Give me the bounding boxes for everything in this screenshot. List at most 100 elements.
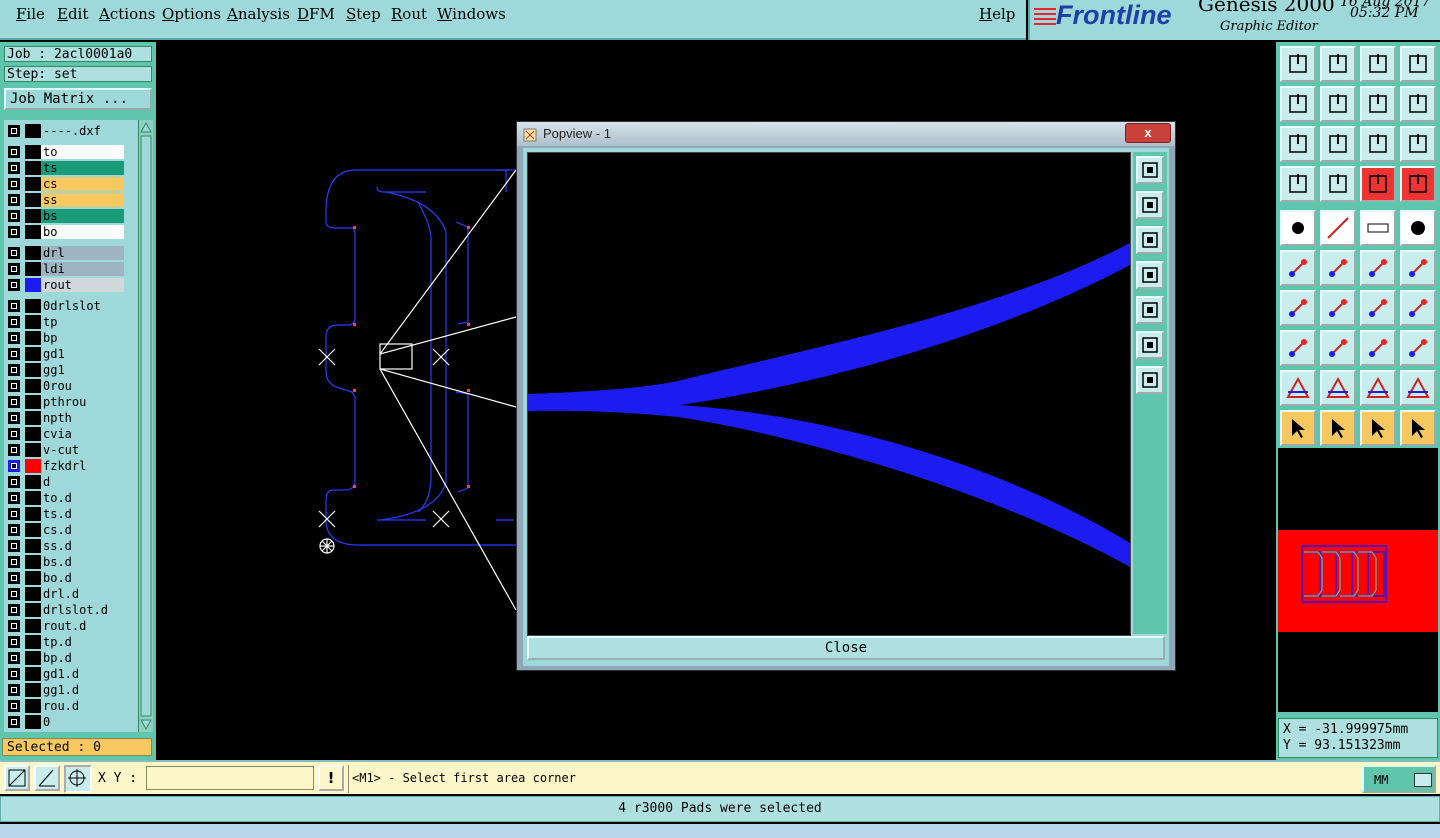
pointer-shape-button[interactable]: [1360, 410, 1396, 446]
help-button[interactable]: [1400, 126, 1436, 162]
layer-row[interactable]: bp: [4, 331, 128, 345]
triangle-d-button[interactable]: [1400, 370, 1436, 406]
layer-row[interactable]: rou.d: [4, 699, 128, 713]
layer-color-swatch[interactable]: [25, 635, 41, 649]
layer-checkbox[interactable]: [8, 716, 20, 728]
layer-checkbox[interactable]: [8, 412, 20, 424]
layer-checkbox[interactable]: [8, 178, 20, 190]
pop-layer-button[interactable]: [1136, 156, 1164, 184]
layer-checkbox[interactable]: [8, 668, 20, 680]
layer-row[interactable]: d: [4, 475, 128, 489]
layer-checkbox[interactable]: [8, 162, 20, 174]
layer-color-swatch[interactable]: [25, 347, 41, 361]
cross-button[interactable]: [1320, 250, 1356, 286]
layer-checkbox[interactable]: [8, 247, 20, 259]
layer-row[interactable]: bp.d: [4, 651, 128, 665]
layer-color-swatch[interactable]: [25, 619, 41, 633]
angle-button[interactable]: [1280, 290, 1316, 326]
tools-button[interactable]: [1280, 166, 1316, 202]
export-button[interactable]: [1280, 46, 1316, 82]
triangle-a-button[interactable]: [1280, 370, 1316, 406]
menu-actions[interactable]: Actions: [99, 5, 155, 23]
layer-checkbox[interactable]: [8, 652, 20, 664]
pop-import-button[interactable]: [1136, 226, 1164, 254]
layer-checkbox[interactable]: [8, 444, 20, 456]
menu-analysis[interactable]: Analysis: [227, 5, 290, 23]
pick-arc-button[interactable]: [1400, 250, 1436, 286]
layer-row[interactable]: ss.d: [4, 539, 128, 553]
menu-windows[interactable]: Windows: [437, 5, 506, 23]
pointer-route-button[interactable]: [1400, 410, 1436, 446]
layer-color-swatch[interactable]: [25, 145, 41, 159]
layer-row[interactable]: gg1: [4, 363, 128, 377]
layer-checkbox[interactable]: [8, 540, 20, 552]
netlist-button[interactable]: [1360, 166, 1396, 202]
layer-checkbox[interactable]: [8, 348, 20, 360]
layer-row[interactable]: gg1.d: [4, 683, 128, 697]
layer-checkbox[interactable]: [8, 636, 20, 648]
layer-color-swatch[interactable]: [25, 523, 41, 537]
layer-row[interactable]: ----.dxf: [4, 124, 128, 138]
import-button[interactable]: [1320, 46, 1356, 82]
layer-checkbox[interactable]: [8, 380, 20, 392]
layer-color-swatch[interactable]: [25, 411, 41, 425]
layer-checkbox[interactable]: [8, 364, 20, 376]
layer-color-swatch[interactable]: [25, 177, 41, 191]
layer-row[interactable]: to.d: [4, 491, 128, 505]
line-button[interactable]: [1320, 210, 1356, 246]
layer-checkbox[interactable]: [8, 604, 20, 616]
layer-color-swatch[interactable]: [25, 683, 41, 697]
layer-color-swatch[interactable]: [25, 587, 41, 601]
layer-row[interactable]: bo.d: [4, 571, 128, 585]
netlist-compare-button[interactable]: [1400, 166, 1436, 202]
pick-point-button[interactable]: [1360, 250, 1396, 286]
layer-color-swatch[interactable]: [25, 715, 41, 729]
layer-row[interactable]: bo: [4, 225, 128, 239]
dimension-button[interactable]: [1360, 330, 1396, 366]
layer-row[interactable]: ts: [4, 161, 128, 175]
ratio-button[interactable]: [1360, 126, 1396, 162]
menu-edit[interactable]: Edit: [57, 5, 88, 23]
layer-row[interactable]: gd1: [4, 347, 128, 361]
layer-row[interactable]: rout.d: [4, 619, 128, 633]
pop-zoom-center-button[interactable]: [1136, 366, 1164, 394]
layer-color-swatch[interactable]: [25, 161, 41, 175]
xy-input[interactable]: [146, 766, 314, 790]
layer-row[interactable]: drl.d: [4, 587, 128, 601]
layer-row[interactable]: to: [4, 145, 128, 159]
zoom-fit-button[interactable]: [1280, 126, 1316, 162]
layer-color-swatch[interactable]: [25, 539, 41, 553]
popview-close-button[interactable]: Close: [527, 636, 1165, 660]
menu-file[interactable]: File: [16, 5, 45, 23]
layer-row[interactable]: 0: [4, 715, 128, 729]
popview-canvas[interactable]: [527, 152, 1131, 636]
pop-export-button[interactable]: [1136, 191, 1164, 219]
overview-map[interactable]: [1278, 448, 1438, 712]
layer-checkbox[interactable]: [8, 428, 20, 440]
layer-color-swatch[interactable]: [25, 299, 41, 313]
layer-color-swatch[interactable]: [25, 379, 41, 393]
layer-row[interactable]: fzkdrl: [4, 459, 128, 473]
window-split-button[interactable]: [1400, 46, 1436, 82]
layer-row[interactable]: rout: [4, 278, 128, 292]
layer-row[interactable]: drlslot.d: [4, 603, 128, 617]
layer-checkbox[interactable]: [8, 263, 20, 275]
layer-color-swatch[interactable]: [25, 651, 41, 665]
layer-checkbox[interactable]: [8, 620, 20, 632]
redraw-button[interactable]: [1400, 86, 1436, 122]
layer-color-swatch[interactable]: [25, 278, 41, 292]
layer-checkbox[interactable]: [8, 492, 20, 504]
layer-row[interactable]: tp: [4, 315, 128, 329]
layer-row[interactable]: cvia: [4, 427, 128, 441]
menu-dfm[interactable]: DFM: [297, 5, 335, 23]
home-button[interactable]: [1360, 46, 1396, 82]
layer-row[interactable]: npth: [4, 411, 128, 425]
warning-icon[interactable]: !: [318, 765, 344, 791]
mirror-button[interactable]: [1400, 290, 1436, 326]
layer-row[interactable]: ss: [4, 193, 128, 207]
connect-button[interactable]: [1280, 250, 1316, 286]
pad-shape-button[interactable]: [1280, 330, 1316, 366]
rotate-button[interactable]: [1360, 290, 1396, 326]
layer-checkbox[interactable]: [8, 572, 20, 584]
layer-checkbox[interactable]: [8, 700, 20, 712]
